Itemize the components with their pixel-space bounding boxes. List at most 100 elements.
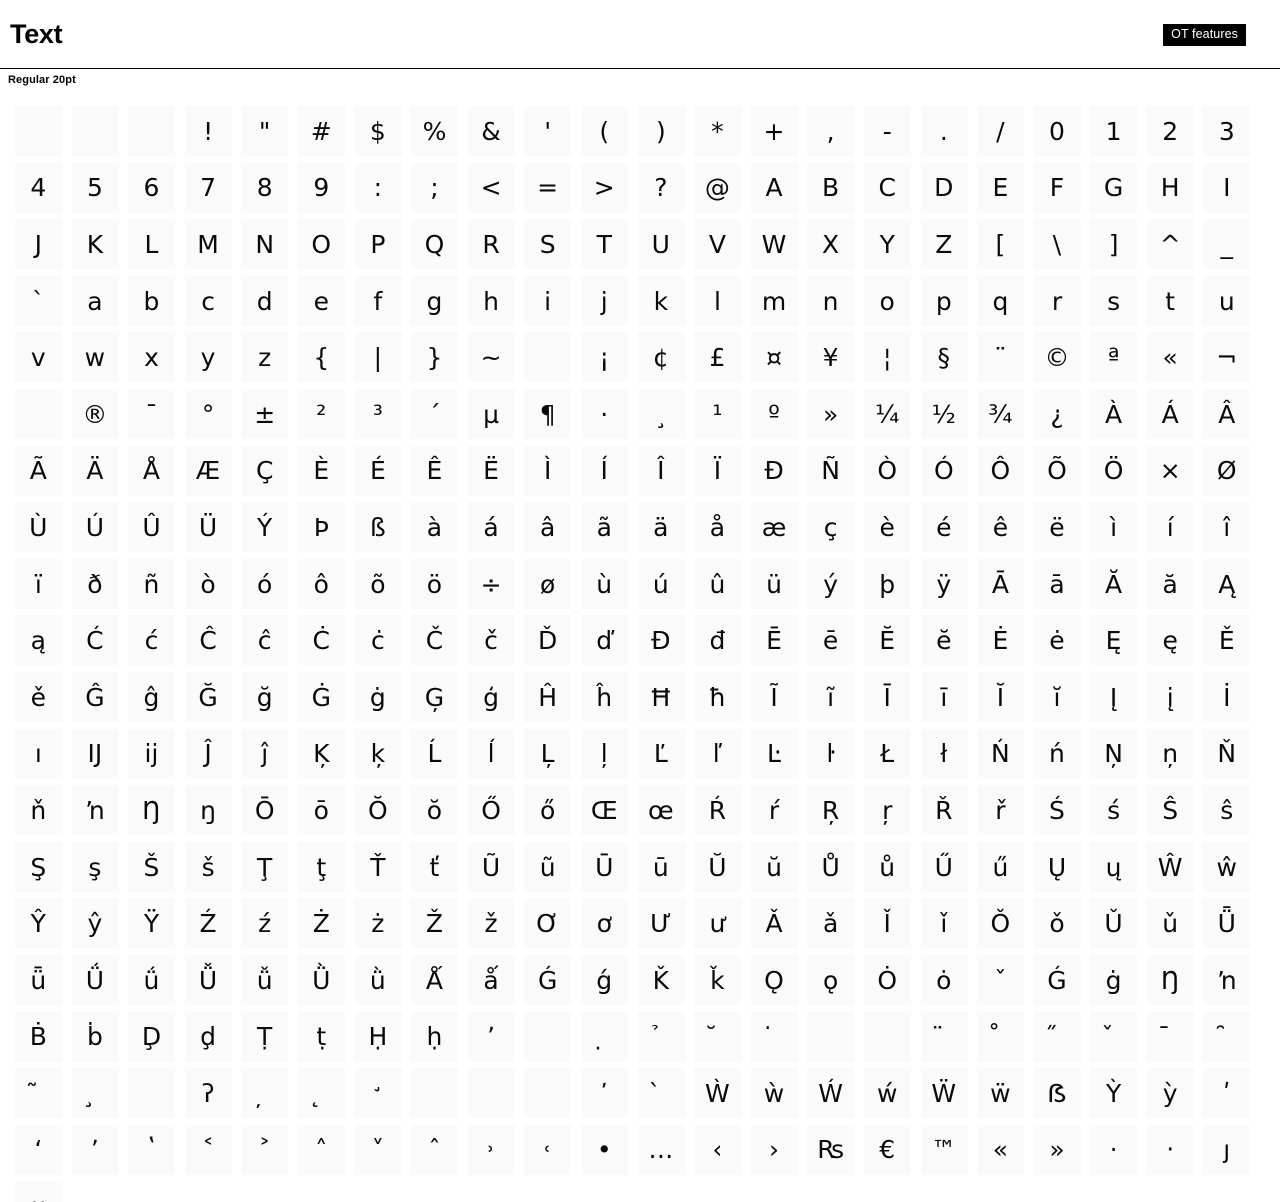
glyph-cell[interactable]: è	[863, 499, 921, 556]
glyph-cell[interactable]: ?	[637, 160, 695, 217]
glyph-cell[interactable]: Ǫ	[750, 952, 808, 1009]
glyph-cell[interactable]: ³	[354, 386, 412, 443]
glyph-cell[interactable]: G	[1090, 160, 1147, 217]
glyph-cell[interactable]: Ů	[807, 839, 864, 896]
glyph-cell[interactable]: ×	[1146, 443, 1204, 500]
glyph-cell[interactable]: ›	[750, 1122, 808, 1179]
glyph-cell[interactable]: ¿	[1033, 386, 1091, 443]
glyph-cell[interactable]: x	[128, 329, 185, 386]
glyph-cell[interactable]: ̀	[637, 1065, 695, 1122]
glyph-cell[interactable]: Ħ	[637, 669, 695, 726]
glyph-cell[interactable]: Ö	[1090, 443, 1147, 500]
glyph-cell[interactable]: ĭ	[1033, 669, 1091, 726]
glyph-cell[interactable]: 0	[1033, 103, 1091, 160]
glyph-cell[interactable]: ̨	[297, 1065, 355, 1122]
glyph-cell[interactable]: ʽ	[128, 1122, 185, 1179]
glyph-cell[interactable]: ž	[467, 895, 525, 952]
glyph-cell[interactable]: ï	[15, 556, 72, 613]
glyph-cell[interactable]: û	[694, 556, 751, 613]
glyph-cell[interactable]: ˅	[354, 1122, 412, 1179]
glyph-cell[interactable]: ė	[1033, 612, 1091, 669]
glyph-cell[interactable]: ù	[580, 556, 638, 613]
glyph-cell[interactable]: *	[694, 103, 751, 160]
glyph-cell[interactable]: C	[863, 160, 921, 217]
glyph-cell[interactable]: î	[1203, 499, 1260, 556]
glyph-cell[interactable]	[467, 1065, 525, 1122]
glyph-cell[interactable]: ě	[15, 669, 72, 726]
glyph-cell[interactable]: Ẅ	[920, 1065, 978, 1122]
glyph-cell[interactable]: Å	[128, 443, 185, 500]
glyph-cell[interactable]: ō	[297, 782, 355, 839]
glyph-cell[interactable]: ẁ	[750, 1065, 808, 1122]
glyph-cell[interactable]: Ā	[977, 556, 1034, 613]
glyph-cell[interactable]: ŀ	[807, 726, 864, 783]
glyph-cell[interactable]: ¯	[128, 386, 185, 443]
glyph-cell[interactable]: Ō	[241, 782, 298, 839]
glyph-cell[interactable]: ṭ	[297, 1009, 355, 1066]
glyph-cell[interactable]: '	[524, 103, 581, 160]
glyph-cell[interactable]: Ĵ	[184, 726, 242, 783]
glyph-cell[interactable]: s	[1090, 273, 1147, 330]
glyph-cell[interactable]: Â	[1203, 386, 1260, 443]
glyph-cell[interactable]	[863, 1009, 921, 1066]
glyph-cell[interactable]: Ḥ	[354, 1009, 412, 1066]
glyph-cell[interactable]: Ć	[71, 612, 129, 669]
glyph-cell[interactable]: Ñ	[807, 443, 864, 500]
glyph-cell[interactable]: ˇ	[977, 952, 1034, 1009]
glyph-cell[interactable]: Ŗ	[807, 782, 864, 839]
glyph-cell[interactable]: ~	[467, 329, 525, 386]
glyph-cell[interactable]: ̣	[580, 1009, 638, 1066]
glyph-cell[interactable]: Ǔ	[1090, 895, 1147, 952]
glyph-cell[interactable]: b	[128, 273, 185, 330]
glyph-cell[interactable]: ḃ	[71, 1009, 129, 1066]
glyph-cell[interactable]: Í	[580, 443, 638, 500]
glyph-cell[interactable]: ū	[637, 839, 695, 896]
glyph-cell[interactable]: ļ	[580, 726, 638, 783]
glyph-cell[interactable]: »	[1033, 1122, 1091, 1179]
glyph-cell[interactable]: ¨	[977, 329, 1034, 386]
glyph-cell[interactable]: }	[411, 329, 468, 386]
glyph-cell[interactable]: ķ	[354, 726, 412, 783]
glyph-cell[interactable]: ģ	[467, 669, 525, 726]
glyph-cell[interactable]: F	[1033, 160, 1091, 217]
glyph-cell[interactable]: Ǐ	[863, 895, 921, 952]
glyph-cell[interactable]: ǘ	[128, 952, 185, 1009]
glyph-cell[interactable]: ¥	[807, 329, 864, 386]
glyph-cell[interactable]: ŝ	[1203, 782, 1260, 839]
glyph-cell[interactable]: ĵ	[241, 726, 298, 783]
glyph-cell[interactable]: Ù	[15, 499, 72, 556]
glyph-cell[interactable]: L	[128, 216, 185, 273]
glyph-cell[interactable]: /	[977, 103, 1034, 160]
glyph-cell[interactable]: ±	[241, 386, 298, 443]
glyph-cell[interactable]: H	[1146, 160, 1204, 217]
glyph-cell[interactable]: Ü	[184, 499, 242, 556]
glyph-cell[interactable]: 7	[184, 160, 242, 217]
glyph-cell[interactable]: Ĝ	[71, 669, 129, 726]
glyph-cell[interactable]: ·	[1090, 1122, 1147, 1179]
glyph-cell[interactable]: ř	[977, 782, 1034, 839]
glyph-cell[interactable]: ò	[184, 556, 242, 613]
glyph-cell[interactable]: Ř	[920, 782, 978, 839]
glyph-cell[interactable]	[807, 1009, 864, 1066]
glyph-cell[interactable]: I	[1203, 160, 1260, 217]
glyph-cell[interactable]: ¤	[750, 329, 808, 386]
glyph-cell[interactable]: Ŵ	[1146, 839, 1204, 896]
glyph-cell[interactable]: !	[184, 103, 242, 160]
glyph-cell[interactable]: ¬	[1203, 329, 1260, 386]
glyph-cell[interactable]: ẃ	[863, 1065, 921, 1122]
glyph-cell[interactable]: ˂	[184, 1122, 242, 1179]
glyph-cell[interactable]: Ǩ	[637, 952, 695, 1009]
glyph-cell[interactable]: Ŋ	[128, 782, 185, 839]
glyph-cell[interactable]: Į	[1090, 669, 1147, 726]
glyph-cell[interactable]: B	[807, 160, 864, 217]
glyph-cell[interactable]: O	[297, 216, 355, 273]
glyph-cell[interactable]: ĥ	[580, 669, 638, 726]
glyph-cell[interactable]: ´	[411, 386, 468, 443]
glyph-cell[interactable]: á	[467, 499, 525, 556]
glyph-cell[interactable]: «	[1146, 329, 1204, 386]
glyph-cell[interactable]: ·	[580, 386, 638, 443]
glyph-cell[interactable]: )	[637, 103, 695, 160]
glyph-cell[interactable]: ǚ	[241, 952, 298, 1009]
glyph-cell[interactable]: ₨	[807, 1122, 864, 1179]
glyph-cell[interactable]: ů	[863, 839, 921, 896]
